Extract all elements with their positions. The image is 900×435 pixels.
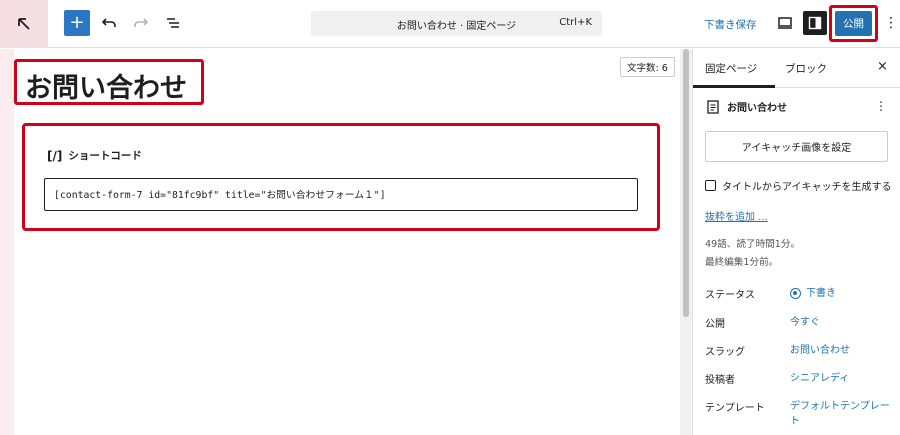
tab-block[interactable]: ブロック [785, 61, 827, 76]
shortcode-input[interactable]: [contact-form-7 id="81fc9bf" title="お問い合… [44, 178, 638, 211]
title-highlight: お問い合わせ [14, 59, 204, 105]
tab-page[interactable]: 固定ページ [705, 61, 757, 76]
publish-highlight: 公開 [829, 5, 878, 42]
document-title: お問い合わせ [727, 103, 787, 114]
slug-link[interactable]: お問い合わせ [790, 343, 890, 358]
editor-canvas: 文字数: 6 お問い合わせ [/] ショートコード [contact-form-… [0, 49, 680, 435]
settings-toggle-button[interactable] [803, 11, 827, 35]
sidebar-tabs: 固定ページ ブロック × [693, 49, 900, 88]
back-button[interactable] [0, 0, 48, 48]
set-featured-image-button[interactable]: アイキャッチ画像を設定 [705, 131, 888, 162]
status-dropdown[interactable]: 下書き [790, 286, 890, 301]
status-value: 下書き [806, 288, 836, 299]
undo-icon [101, 18, 116, 27]
command-palette-bar[interactable]: お問い合わせ · 固定ページ Ctrl+K [311, 11, 602, 36]
word-count-badge: 文字数: 6 [620, 57, 675, 77]
active-tab-indicator [693, 85, 775, 88]
scrollbar-thumb[interactable] [683, 49, 689, 317]
add-excerpt-link[interactable]: 抜粋を追加 ... [705, 208, 768, 223]
preview-button[interactable] [774, 12, 796, 34]
page-title[interactable]: お問い合わせ [25, 66, 187, 105]
last-edited: 最終編集1分前。 [705, 257, 779, 268]
generate-featured-label: タイトルからアイキャッチを生成する [722, 182, 892, 193]
redo-button[interactable] [128, 10, 154, 36]
redo-icon [134, 18, 149, 27]
editor-toolbar: + お問い合わせ · 固定ページ Ctrl+K 下書き保存 公開 ⋮ [0, 0, 900, 48]
shortcode-icon: [/] [47, 148, 63, 163]
save-draft-button[interactable]: 下書き保存 [704, 17, 757, 32]
meta-slug-key: スラッグ [705, 347, 745, 358]
document-overview-button[interactable] [160, 10, 186, 36]
canvas-margin [0, 49, 14, 435]
keyboard-shortcut-label: Ctrl+K [559, 17, 592, 28]
template-link[interactable]: デフォルトテンプレート [790, 399, 890, 429]
sidebar-icon [808, 16, 822, 30]
add-block-button[interactable]: + [64, 10, 90, 36]
list-view-icon [167, 18, 179, 28]
word-stats: 49語、読了時間1分。 [705, 239, 801, 250]
meta-status-key: ステータス [705, 290, 755, 301]
close-icon[interactable]: × [877, 59, 888, 74]
settings-sidebar: 固定ページ ブロック × お問い合わせ ⋮ アイキャッチ画像を設定 タイトルから… [692, 49, 900, 435]
desktop-icon [778, 17, 792, 29]
publish-button[interactable]: 公開 [835, 11, 872, 36]
draft-status-icon [790, 288, 801, 299]
options-button[interactable]: ⋮ [884, 12, 898, 34]
plus-icon: + [69, 12, 85, 33]
generate-featured-checkbox-row[interactable]: タイトルからアイキャッチを生成する [705, 178, 892, 193]
meta-author-key: 投稿者 [705, 375, 735, 386]
meta-publish-key: 公開 [705, 319, 725, 330]
shortcode-block-label: [/] ショートコード [47, 148, 142, 163]
canvas-scrollbar[interactable] [680, 49, 692, 435]
undo-button[interactable] [96, 10, 122, 36]
shortcode-block-title: ショートコード [68, 150, 142, 162]
shortcode-block[interactable]: [/] ショートコード [contact-form-7 id="81fc9bf"… [22, 123, 660, 231]
generate-featured-checkbox[interactable] [705, 180, 716, 191]
more-vertical-icon[interactable]: ⋮ [875, 99, 887, 113]
author-link[interactable]: シニアレディ [790, 371, 890, 386]
publish-date-link[interactable]: 今すぐ [790, 315, 890, 330]
meta-template-key: テンプレート [705, 403, 765, 414]
page-icon [707, 99, 719, 114]
document-summary: お問い合わせ [707, 99, 787, 114]
arrow-up-left-icon [18, 18, 30, 30]
more-vertical-icon: ⋮ [884, 15, 898, 31]
